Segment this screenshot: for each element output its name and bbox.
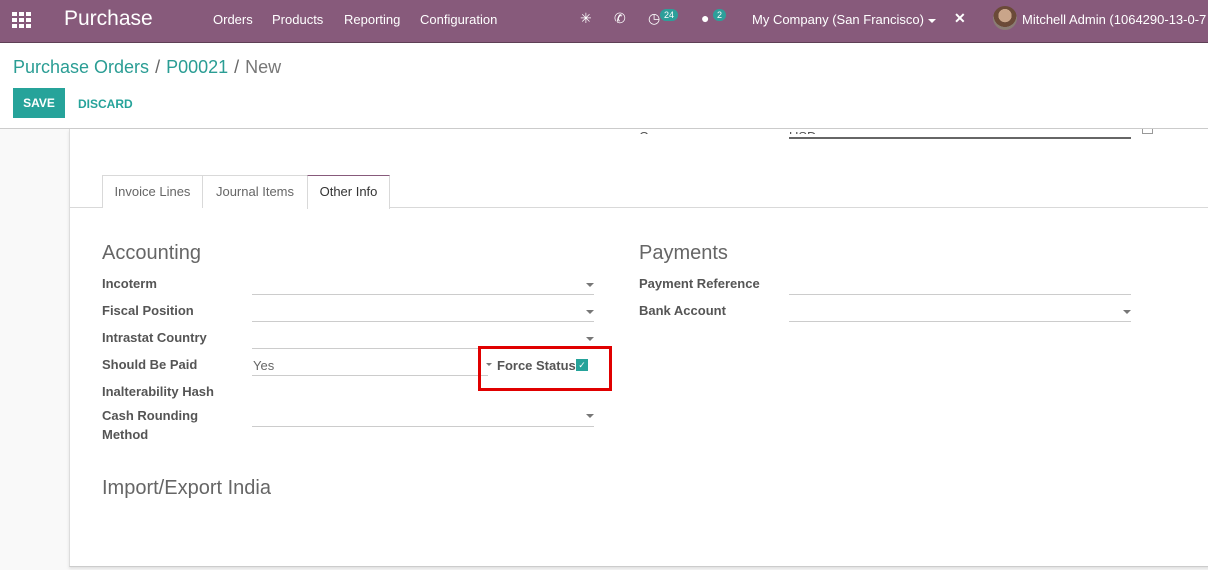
cash-rounding-field[interactable]: [252, 426, 594, 427]
fiscal-position-dropdown-icon[interactable]: [586, 310, 594, 314]
menu-reporting[interactable]: Reporting: [344, 12, 400, 27]
intrastat-country-dropdown-icon[interactable]: [586, 337, 594, 341]
fiscal-position-field[interactable]: [252, 321, 594, 322]
cash-rounding-label-line1: Cash Rounding: [102, 408, 199, 423]
inalterability-hash-label: Inalterability Hash: [102, 384, 214, 399]
activity-clock-icon[interactable]: ◷: [648, 10, 660, 27]
app-name: Purchase: [64, 7, 153, 30]
menu-products[interactable]: Products: [272, 12, 323, 27]
breadcrumb: Purchase Orders / P00021/New: [13, 57, 281, 78]
cash-rounding-label-line2: Method: [102, 427, 149, 442]
breadcrumb-separator: /: [155, 57, 161, 77]
accounting-heading: Accounting: [102, 242, 201, 264]
payment-reference-field[interactable]: [789, 294, 1131, 295]
avatar[interactable]: [993, 6, 1017, 30]
payment-reference-label: Payment Reference: [639, 276, 760, 291]
import-export-heading: Import/Export India: [102, 477, 271, 499]
fiscal-position-label: Fiscal Position: [102, 303, 194, 318]
menu-orders[interactable]: Orders: [213, 12, 253, 27]
incoterm-field[interactable]: [252, 294, 594, 295]
bank-account-dropdown-icon[interactable]: [1123, 310, 1131, 314]
company-name: My Company (San Francisco): [752, 12, 924, 27]
messages-chat-icon[interactable]: ●: [701, 10, 709, 26]
chevron-down-icon: [927, 18, 936, 23]
menu-configuration[interactable]: Configuration: [420, 12, 497, 27]
tab-invoice-lines[interactable]: Invoice Lines: [102, 175, 203, 208]
breadcrumb-purchase-orders[interactable]: Purchase Orders: [13, 57, 149, 77]
payments-heading: Payments: [639, 242, 728, 264]
should-be-paid-value[interactable]: Yes: [253, 358, 274, 373]
currency-value[interactable]: USD: [789, 129, 816, 134]
user-menu[interactable]: Mitchell Admin (1064290-13-0-7: [1022, 12, 1206, 27]
bank-account-field[interactable]: [789, 321, 1131, 322]
highlight-box: [478, 346, 612, 391]
control-panel: Purchase Orders / P00021/New SAVE DISCARD: [0, 43, 1208, 129]
should-be-paid-label: Should Be Paid: [102, 357, 198, 372]
messages-count-badge: 2: [713, 9, 727, 21]
breadcrumb-order[interactable]: P00021: [166, 57, 228, 77]
currency-label: Currency: [639, 129, 692, 134]
phone-icon[interactable]: ✆: [614, 10, 626, 27]
tab-other-info[interactable]: Other Info: [307, 175, 390, 209]
incoterm-label: Incoterm: [102, 276, 157, 291]
breadcrumb-separator: /: [234, 57, 240, 77]
should-be-paid-field[interactable]: [252, 375, 488, 376]
activity-count-badge: 24: [660, 9, 679, 21]
incoterm-dropdown-icon[interactable]: [586, 283, 594, 287]
breadcrumb-current: New: [245, 57, 282, 77]
apps-menu-icon[interactable]: [12, 12, 32, 28]
tab-journal-items[interactable]: Journal Items: [202, 175, 308, 208]
save-button[interactable]: SAVE: [13, 88, 65, 118]
currency-field-underline: [789, 137, 1131, 139]
debug-bug-icon[interactable]: ✳: [580, 10, 592, 27]
cash-rounding-dropdown-icon[interactable]: [586, 414, 594, 418]
discard-button[interactable]: DISCARD: [78, 97, 133, 111]
external-link-icon[interactable]: [1142, 129, 1153, 134]
company-switcher[interactable]: My Company (San Francisco): [752, 12, 936, 27]
top-navbar: Purchase Orders Products Reporting Confi…: [0, 0, 1208, 43]
tools-icon[interactable]: ✕: [954, 10, 966, 27]
bank-account-label: Bank Account: [639, 303, 726, 318]
intrastat-country-label: Intrastat Country: [102, 330, 207, 345]
